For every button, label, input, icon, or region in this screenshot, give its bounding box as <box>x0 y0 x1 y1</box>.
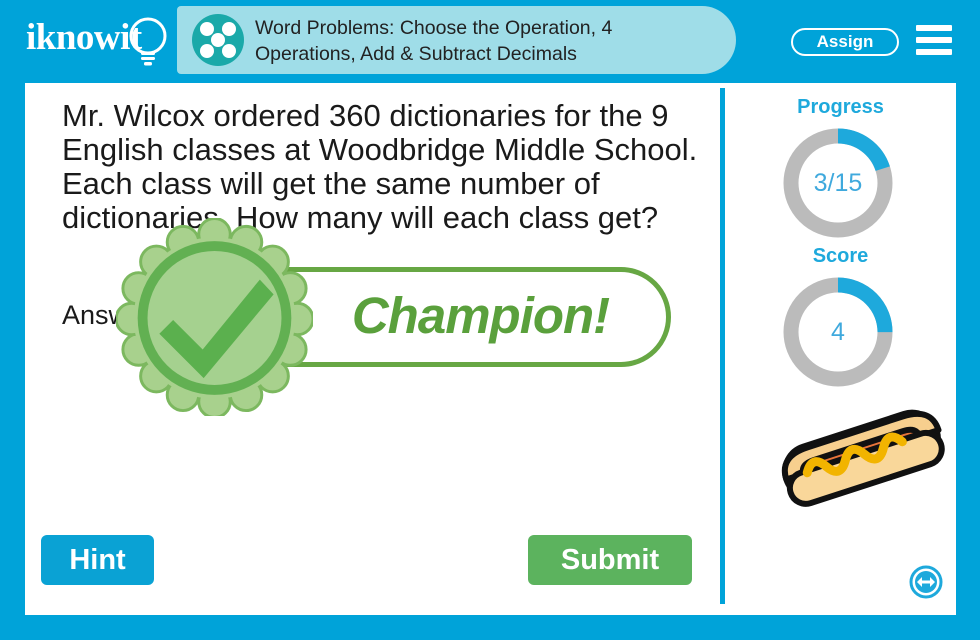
score-ring: 4 <box>779 273 897 391</box>
content-card: Mr. Wilcox ordered 360 dictionaries for … <box>25 83 956 615</box>
score-value: 4 <box>831 317 845 346</box>
lesson-title: Word Problems: Choose the Operation, 4 O… <box>255 15 725 67</box>
resize-arrows-icon[interactable] <box>908 564 944 600</box>
lesson-title-line-1: Word Problems: Choose the Operation, 4 <box>255 17 613 39</box>
menu-bar <box>916 49 952 55</box>
hamburger-menu-icon[interactable] <box>916 25 952 55</box>
menu-bar <box>916 37 952 43</box>
progress-value: 3/15 <box>813 168 863 197</box>
hint-button[interactable]: Hint <box>41 535 154 585</box>
app-header: iknowit Word Problems: Choose the Operat… <box>0 0 980 79</box>
stats-sidebar: Progress 3/15 Score 4 <box>725 83 956 615</box>
assign-button[interactable]: Assign <box>791 28 899 56</box>
app-window: iknowit Word Problems: Choose the Operat… <box>0 0 980 640</box>
five-dots-icon <box>192 14 244 66</box>
lesson-title-pill: Word Problems: Choose the Operation, 4 O… <box>177 6 736 74</box>
lightbulb-icon <box>129 17 167 66</box>
submit-button[interactable]: Submit <box>528 535 692 585</box>
question-text: Mr. Wilcox ordered 360 dictionaries for … <box>62 98 698 235</box>
check-mark-badge-icon <box>116 218 313 416</box>
lesson-title-line-2: Operations, Add & Subtract Decimals <box>255 43 577 65</box>
score-label: Score <box>812 245 869 267</box>
progress-label: Progress <box>797 96 884 118</box>
hot-dog-icon <box>781 409 945 507</box>
brand-logo[interactable]: iknowit <box>26 14 176 66</box>
menu-bar <box>916 25 952 31</box>
progress-ring: 3/15 <box>779 124 897 242</box>
